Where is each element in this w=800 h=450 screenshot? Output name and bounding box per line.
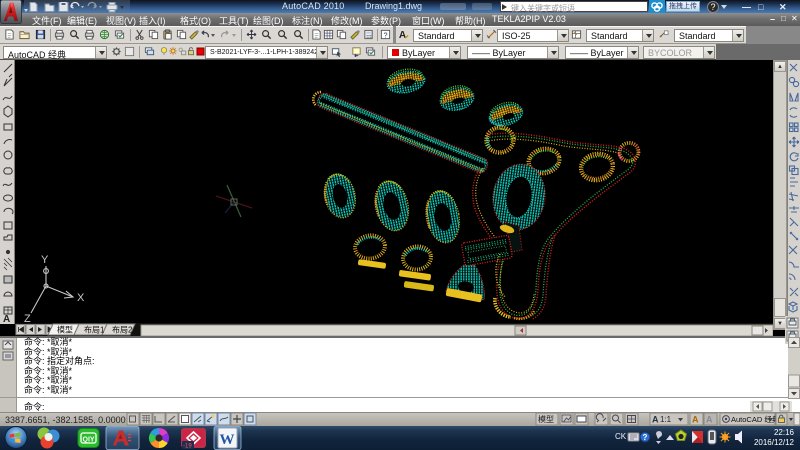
svg-text:模型: 模型 [538,414,554,424]
svg-text:A: A [692,415,699,425]
svg-text:布局1: 布局1 [84,325,105,335]
svg-text:A: A [706,415,713,425]
svg-text:QIY: QIY [83,437,95,444]
svg-text:AutoCAD 经典: AutoCAD 经典 [731,414,780,424]
svg-text:A: A [3,314,10,324]
svg-text:-19: -19 [183,444,192,450]
svg-text:Y: Y [41,254,49,266]
svg-text:布局2: 布局2 [112,325,133,335]
svg-text:W: W [220,432,235,448]
svg-text:X: X [77,292,85,304]
svg-text:A: A [652,415,659,425]
svg-text:1:1: 1:1 [660,415,672,424]
svg-text:模型: 模型 [57,325,73,335]
svg-text:?: ? [643,433,648,442]
svg-text:CK: CK [615,432,627,441]
